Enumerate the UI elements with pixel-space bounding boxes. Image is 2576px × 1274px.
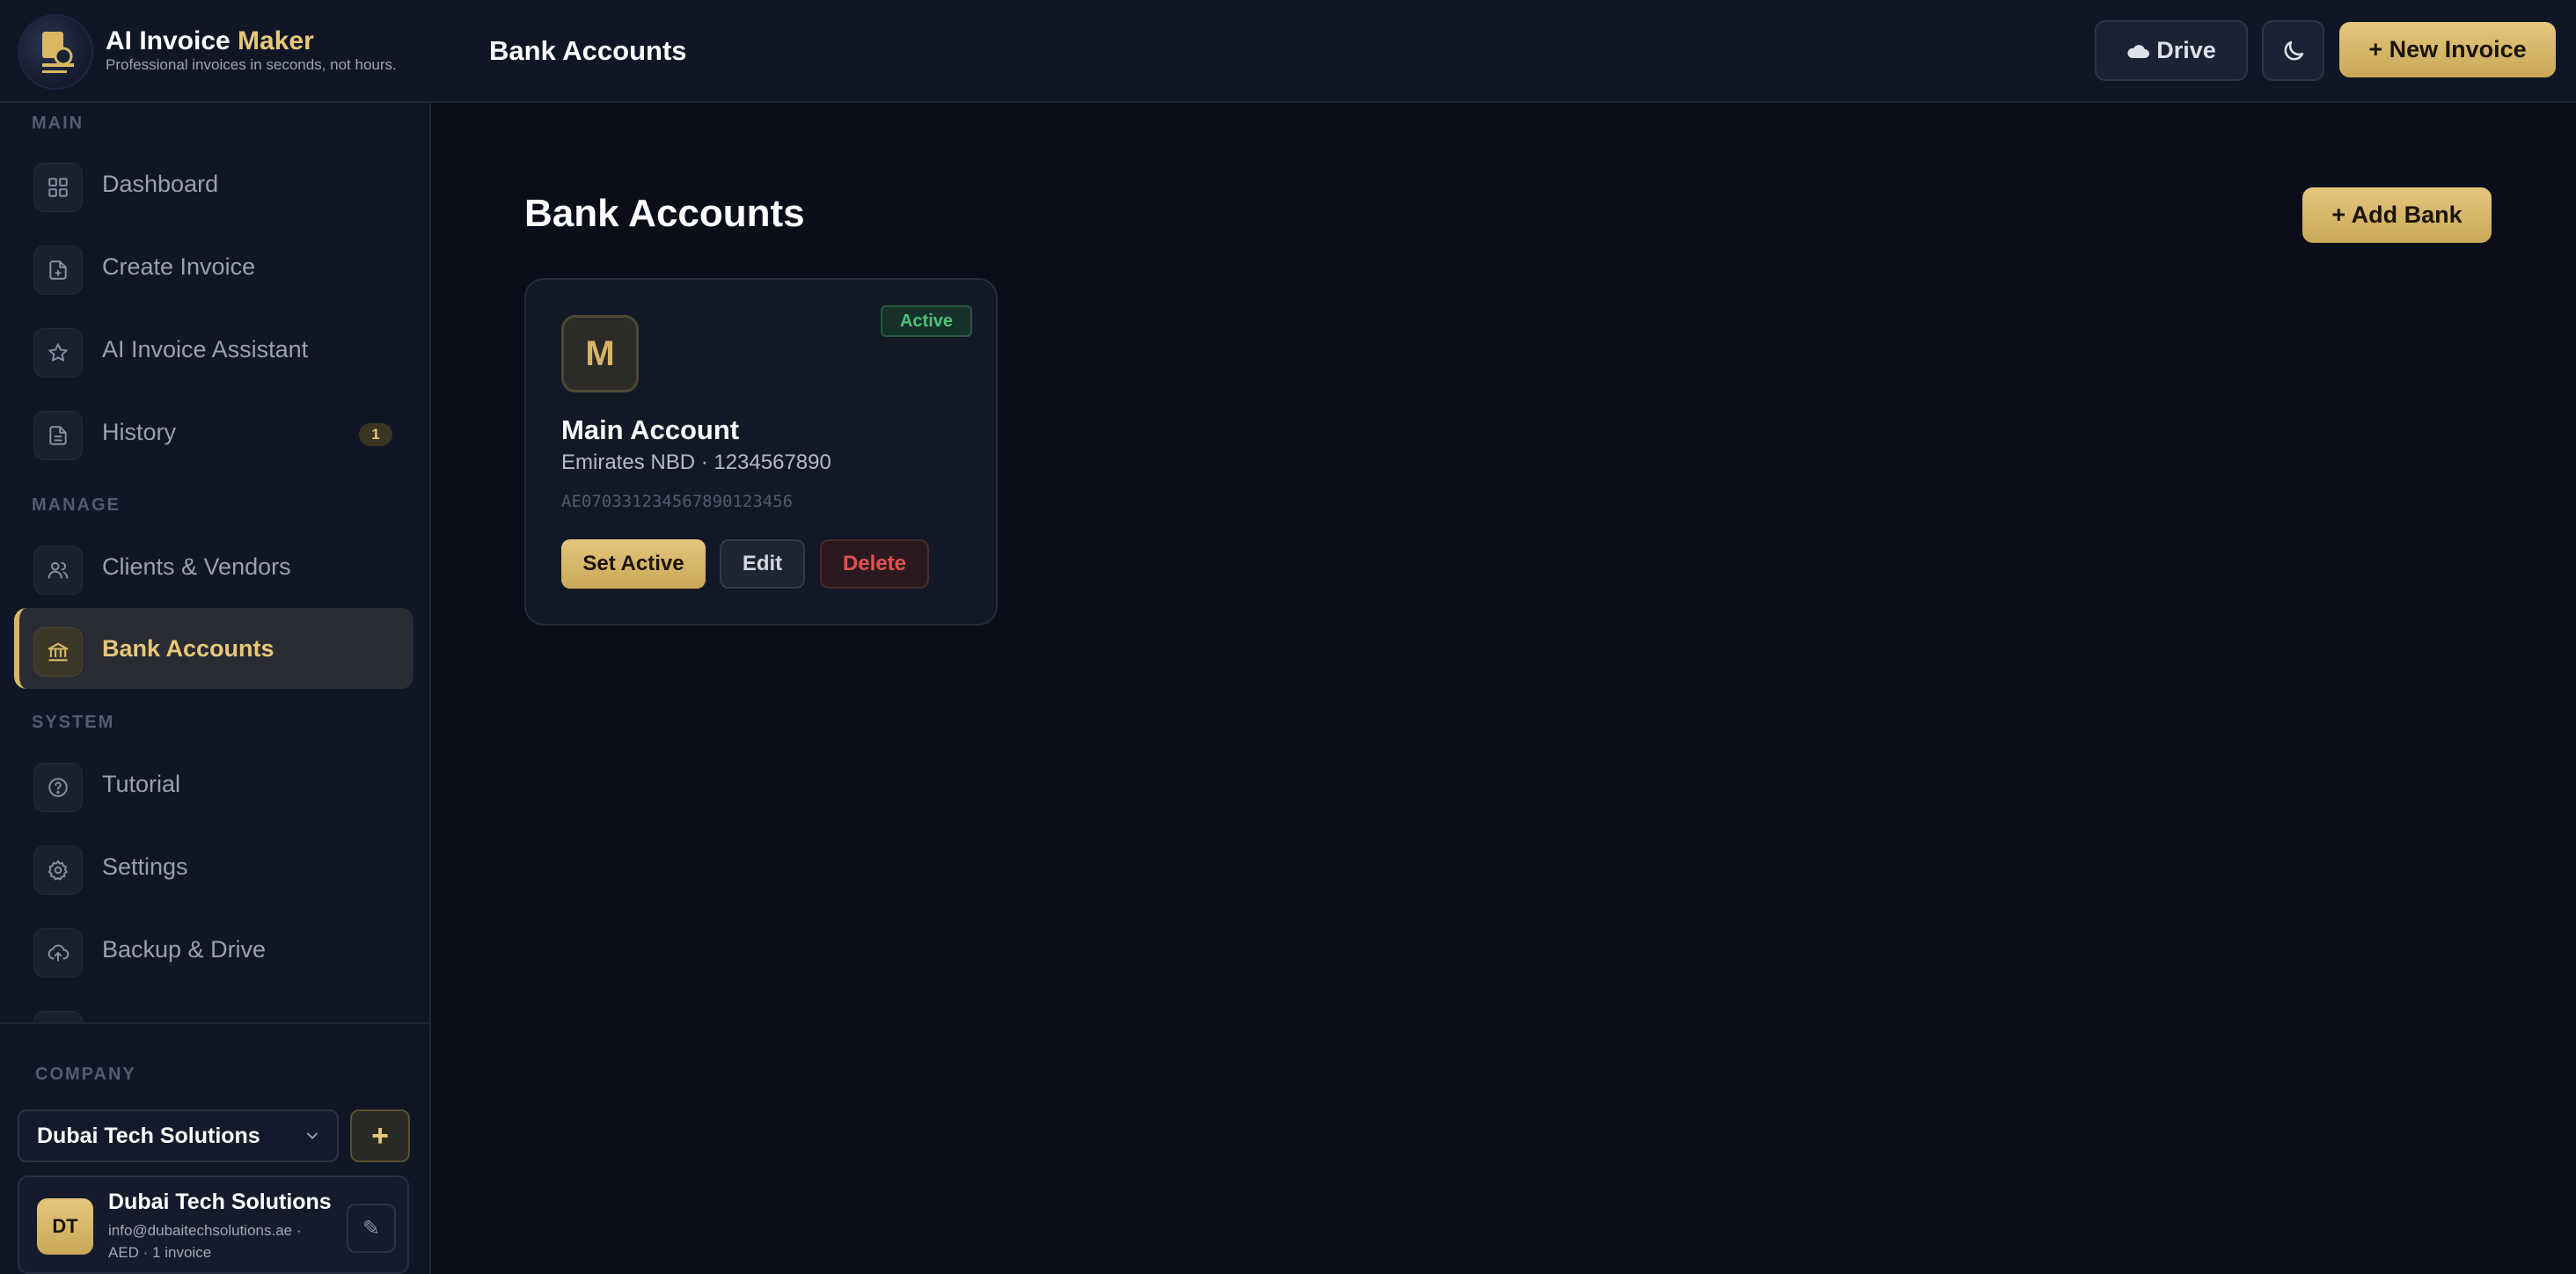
drive-button[interactable]: Drive [2095,20,2248,81]
star-icon [33,328,83,377]
sidebar-item-label: Backup & Drive [102,935,267,963]
sidebar-item-label: History [102,418,177,445]
company-card: DT Dubai Tech Solutions info@dubaitechso… [18,1175,409,1274]
theme-toggle-button[interactable] [2262,20,2324,81]
company-summary: AED · 1 invoice [108,1244,212,1261]
bank-account-card: M Active Main Account Emirates NBD · 123… [524,278,998,626]
app-name: AI Invoice Maker [106,26,314,56]
company-meta: info@dubaitechsolutions.ae · AED · 1 inv… [108,1219,337,1263]
company-panel: COMPANY Dubai Tech Solutions + DT Dubai … [0,1022,429,1274]
cloud-upload-icon [33,928,83,977]
history-count-badge: 1 [359,423,392,446]
users-icon [33,545,83,595]
sidebar: MAIN Dashboard Create Invoice AI Invoice… [0,103,431,1274]
sidebar-item-label: Bank Accounts [102,634,274,662]
bank-iban: AE070331234567890123456 [561,492,794,511]
sidebar-item-history[interactable]: History 1 [14,392,413,472]
bank-name-and-number: Emirates NBD · 1234567890 [561,450,831,474]
company-select[interactable]: Dubai Tech Solutions [18,1109,339,1162]
sidebar-item-label: Dashboard [102,170,219,197]
section-label-manage: MANAGE [32,495,121,515]
cloud-icon [2127,44,2150,58]
sidebar-item-label: Tutorial [102,770,181,797]
logo-icon [42,32,74,73]
main-heading: Bank Accounts [524,192,805,235]
document-icon [33,411,83,460]
app-logo[interactable] [18,14,93,90]
section-label-main: MAIN [32,113,84,133]
new-invoice-button[interactable]: + New Invoice [2339,22,2556,77]
file-plus-icon [33,245,83,295]
sidebar-item-label: Settings [102,853,188,880]
gear-icon [33,846,83,895]
drive-button-label: Drive [2156,37,2216,63]
sidebar-item-label: AI Invoice Assistant [102,335,309,362]
sidebar-item-tutorial[interactable]: Tutorial [14,743,413,824]
app-name-main: AI Invoice [106,26,238,55]
section-label-system: SYSTEM [32,713,115,732]
section-label-company: COMPANY [35,1065,136,1084]
delete-bank-button[interactable]: Delete [820,539,929,589]
company-email: info@dubaitechsolutions.ae · [108,1222,302,1239]
app-name-accent: Maker [238,26,314,55]
company-name: Dubai Tech Solutions [108,1190,332,1214]
bank-avatar: M [561,315,639,392]
sidebar-item-backup-drive[interactable]: Backup & Drive [14,909,413,990]
sidebar-item-clients-vendors[interactable]: Clients & Vendors [14,526,413,607]
edit-company-button[interactable]: ✎ [347,1204,396,1253]
page-title: Bank Accounts [489,35,687,66]
sidebar-item-label: Clients & Vendors [102,553,291,580]
sidebar-item-dashboard[interactable]: Dashboard [14,143,413,224]
chevron-down-icon [304,1127,321,1145]
sidebar-item-bank-accounts[interactable]: Bank Accounts [14,608,413,689]
top-bar: AI Invoice Maker Professional invoices i… [0,0,2576,103]
add-bank-button[interactable]: + Add Bank [2302,187,2492,243]
sidebar-item-settings[interactable]: Settings [14,826,413,907]
sidebar-item-ai-assistant[interactable]: AI Invoice Assistant [14,309,413,390]
help-icon [33,763,83,812]
sidebar-item-create-invoice[interactable]: Create Invoice [14,226,413,307]
add-company-button[interactable]: + [350,1109,410,1162]
status-badge: Active [881,305,972,337]
company-select-value: Dubai Tech Solutions [37,1123,260,1148]
app-tagline: Professional invoices in seconds, not ho… [106,56,397,73]
company-avatar: DT [37,1198,93,1255]
set-active-button[interactable]: Set Active [561,539,706,589]
bank-icon [33,627,83,677]
edit-bank-button[interactable]: Edit [720,539,805,589]
bank-account-name: Main Account [561,414,740,445]
moon-icon [2284,40,2303,60]
grid-icon [33,163,83,212]
sidebar-item-label: Create Invoice [102,253,256,280]
